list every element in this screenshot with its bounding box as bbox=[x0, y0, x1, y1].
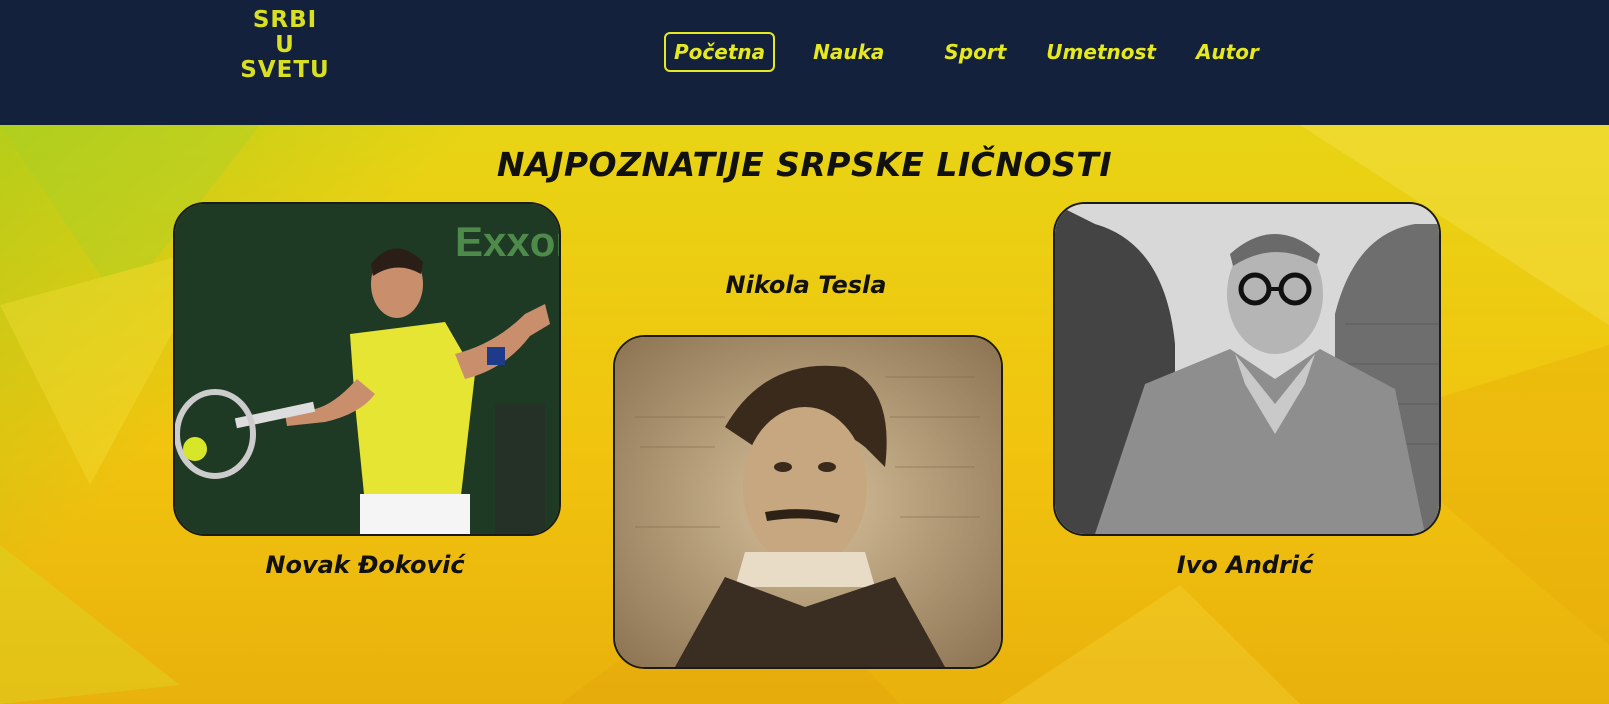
photo-ivo-andric[interactable] bbox=[1053, 202, 1441, 536]
tennis-player-image: Exxon bbox=[175, 204, 559, 534]
nav-item-umetnost[interactable]: Umetnost bbox=[1036, 32, 1166, 72]
main-nav: Početna Nauka Sport Umetnost Autor bbox=[664, 32, 1283, 72]
andric-portrait-image bbox=[1055, 204, 1439, 534]
logo-line-u: U bbox=[275, 32, 295, 58]
caption-ivo-andric: Ivo Andrić bbox=[1176, 551, 1314, 579]
main-content: NAJPOZNATIJE SRPSKE LIČNOSTI Exxon Novak… bbox=[0, 125, 1609, 704]
sponsor-logo-text: Exxon bbox=[455, 218, 559, 265]
photo-novak-djokovic[interactable]: Exxon bbox=[173, 202, 561, 536]
logo-line-svetu: SVETU bbox=[240, 57, 330, 83]
caption-nikola-tesla: Nikola Tesla bbox=[725, 271, 887, 299]
nav-item-autor[interactable]: Autor bbox=[1186, 32, 1269, 72]
tesla-portrait-image bbox=[615, 337, 1001, 667]
nav-item-nauka[interactable]: Nauka bbox=[803, 32, 894, 72]
caption-novak-djokovic: Novak Đoković bbox=[265, 551, 465, 579]
page-title: NAJPOZNATIJE SRPSKE LIČNOSTI bbox=[496, 145, 1113, 184]
top-navbar: SRBI U SVETU Početna Nauka Sport Umetnos… bbox=[0, 0, 1609, 125]
logo-line-srbi: SRBI bbox=[252, 7, 318, 33]
nav-item-pocetna[interactable]: Početna bbox=[664, 32, 776, 72]
photo-nikola-tesla[interactable] bbox=[613, 335, 1003, 669]
site-logo[interactable]: SRBI U SVETU bbox=[232, 8, 338, 83]
nav-item-sport[interactable]: Sport bbox=[934, 32, 1016, 72]
